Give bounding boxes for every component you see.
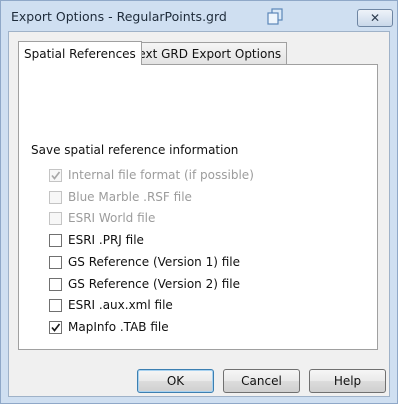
option-label: Internal file format (if possible) — [68, 168, 254, 182]
restore-windows-icon — [265, 7, 285, 27]
option-label: MapInfo .TAB file — [68, 320, 169, 334]
option-label: GS Reference (Version 2) file — [68, 277, 241, 291]
option-label: GS Reference (Version 1) file — [68, 255, 241, 269]
option-row: ESRI World file — [49, 210, 155, 226]
tab-spatial-references[interactable]: Spatial References — [18, 41, 142, 65]
cancel-button[interactable]: Cancel — [223, 369, 300, 393]
window-title: Export Options - RegularPoints.grd — [11, 9, 227, 24]
ok-button-label: OK — [166, 374, 185, 388]
tab-text-grd-export-options[interactable]: Text GRD Export Options — [127, 42, 288, 64]
cancel-button-label: Cancel — [241, 374, 282, 388]
checkbox — [49, 211, 62, 225]
option-row[interactable]: ESRI .PRJ file — [49, 232, 144, 248]
tab-label: Text GRD Export Options — [133, 46, 282, 61]
checkbox[interactable] — [49, 298, 62, 312]
checkbox[interactable] — [49, 320, 62, 334]
help-button[interactable]: Help — [309, 369, 386, 393]
checkbox[interactable] — [49, 255, 62, 269]
checkbox — [49, 168, 62, 182]
option-label: Blue Marble .RSF file — [68, 190, 192, 204]
checkbox[interactable] — [49, 233, 62, 247]
option-label: ESRI World file — [68, 211, 156, 225]
checkbox[interactable] — [49, 277, 62, 291]
option-label: ESRI .PRJ file — [68, 233, 144, 247]
title-bar[interactable]: Export Options - RegularPoints.grd ✕ — [1, 1, 397, 31]
close-icon: ✕ — [369, 11, 381, 25]
option-row: Blue Marble .RSF file — [49, 189, 192, 205]
checkmark-icon — [51, 322, 61, 332]
tab-panel: Save spatial reference information Inter… — [18, 64, 378, 350]
checkmark-icon — [51, 170, 61, 180]
export-options-dialog: Export Options - RegularPoints.grd ✕ Spa… — [0, 0, 398, 404]
option-row[interactable]: ESRI .aux.xml file — [49, 297, 173, 313]
tab-label: Spatial References — [24, 46, 136, 61]
dialog-client-area: Spatial References Text GRD Export Optio… — [8, 31, 390, 397]
option-row[interactable]: MapInfo .TAB file — [49, 319, 169, 335]
checkbox — [49, 190, 62, 204]
help-button-label: Help — [333, 374, 362, 388]
option-row: Internal file format (if possible) — [49, 167, 254, 183]
close-button[interactable]: ✕ — [357, 9, 393, 27]
option-row[interactable]: GS Reference (Version 2) file — [49, 276, 240, 292]
option-row[interactable]: GS Reference (Version 1) file — [49, 254, 240, 270]
option-label: ESRI .aux.xml file — [68, 298, 173, 312]
section-title: Save spatial reference information — [31, 143, 239, 157]
ok-button[interactable]: OK — [137, 369, 214, 393]
